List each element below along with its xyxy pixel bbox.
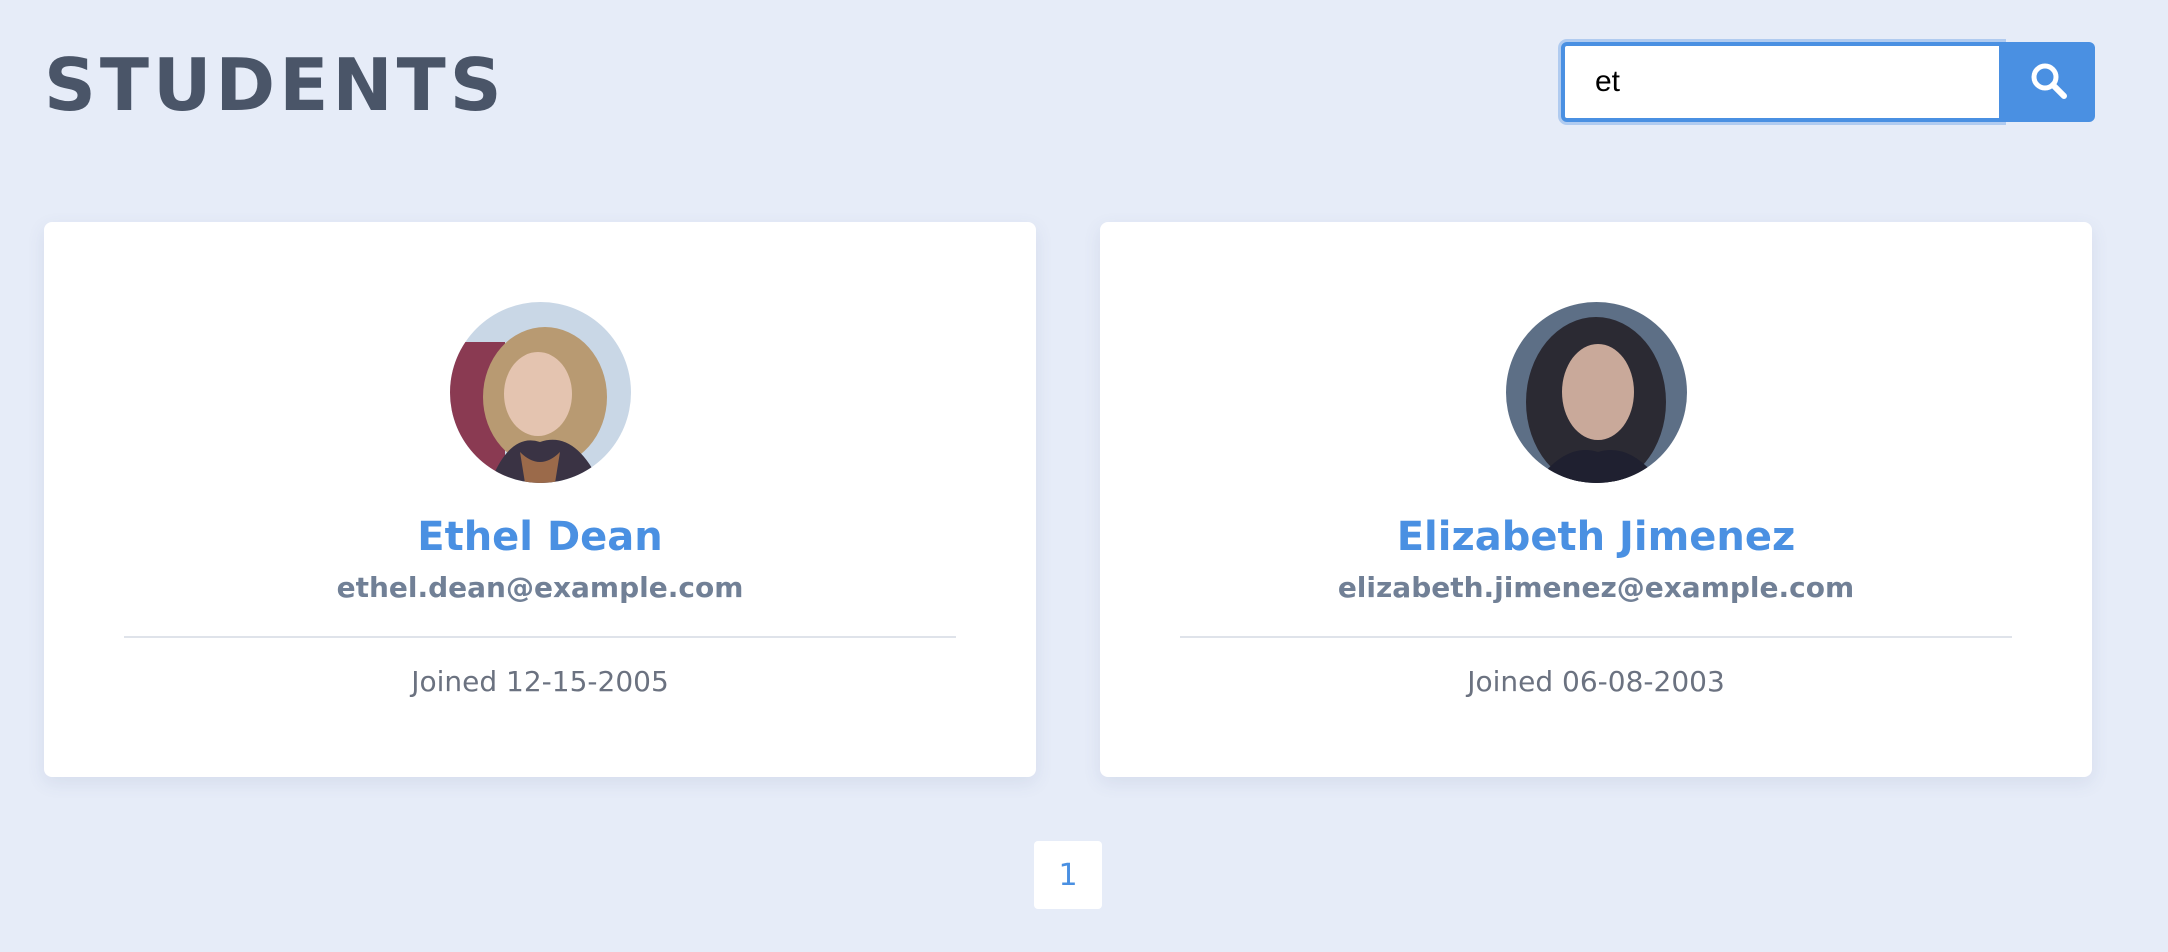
- student-name[interactable]: Elizabeth Jimenez: [1100, 512, 2092, 562]
- search-icon: [2029, 61, 2069, 104]
- pagination-page-1[interactable]: 1: [1034, 841, 1102, 909]
- avatar: [450, 302, 631, 483]
- search-button[interactable]: [2003, 42, 2095, 122]
- student-card: Elizabeth Jimenez elizabeth.jimenez@exam…: [1100, 222, 2092, 777]
- search-input[interactable]: [1561, 42, 2003, 122]
- divider: [1180, 636, 2012, 638]
- student-card: Ethel Dean ethel.dean@example.com Joined…: [44, 222, 1036, 777]
- student-email: elizabeth.jimenez@example.com: [1337, 571, 1855, 604]
- joined-date: Joined 12-15-2005: [411, 665, 669, 698]
- student-email: ethel.dean@example.com: [336, 571, 744, 604]
- avatar: [1506, 302, 1687, 483]
- page-title: STUDENTS: [44, 43, 506, 127]
- search-form: [1561, 42, 2095, 122]
- divider: [124, 636, 956, 638]
- joined-date: Joined 06-08-2003: [1467, 665, 1725, 698]
- student-name[interactable]: Ethel Dean: [44, 512, 1036, 562]
